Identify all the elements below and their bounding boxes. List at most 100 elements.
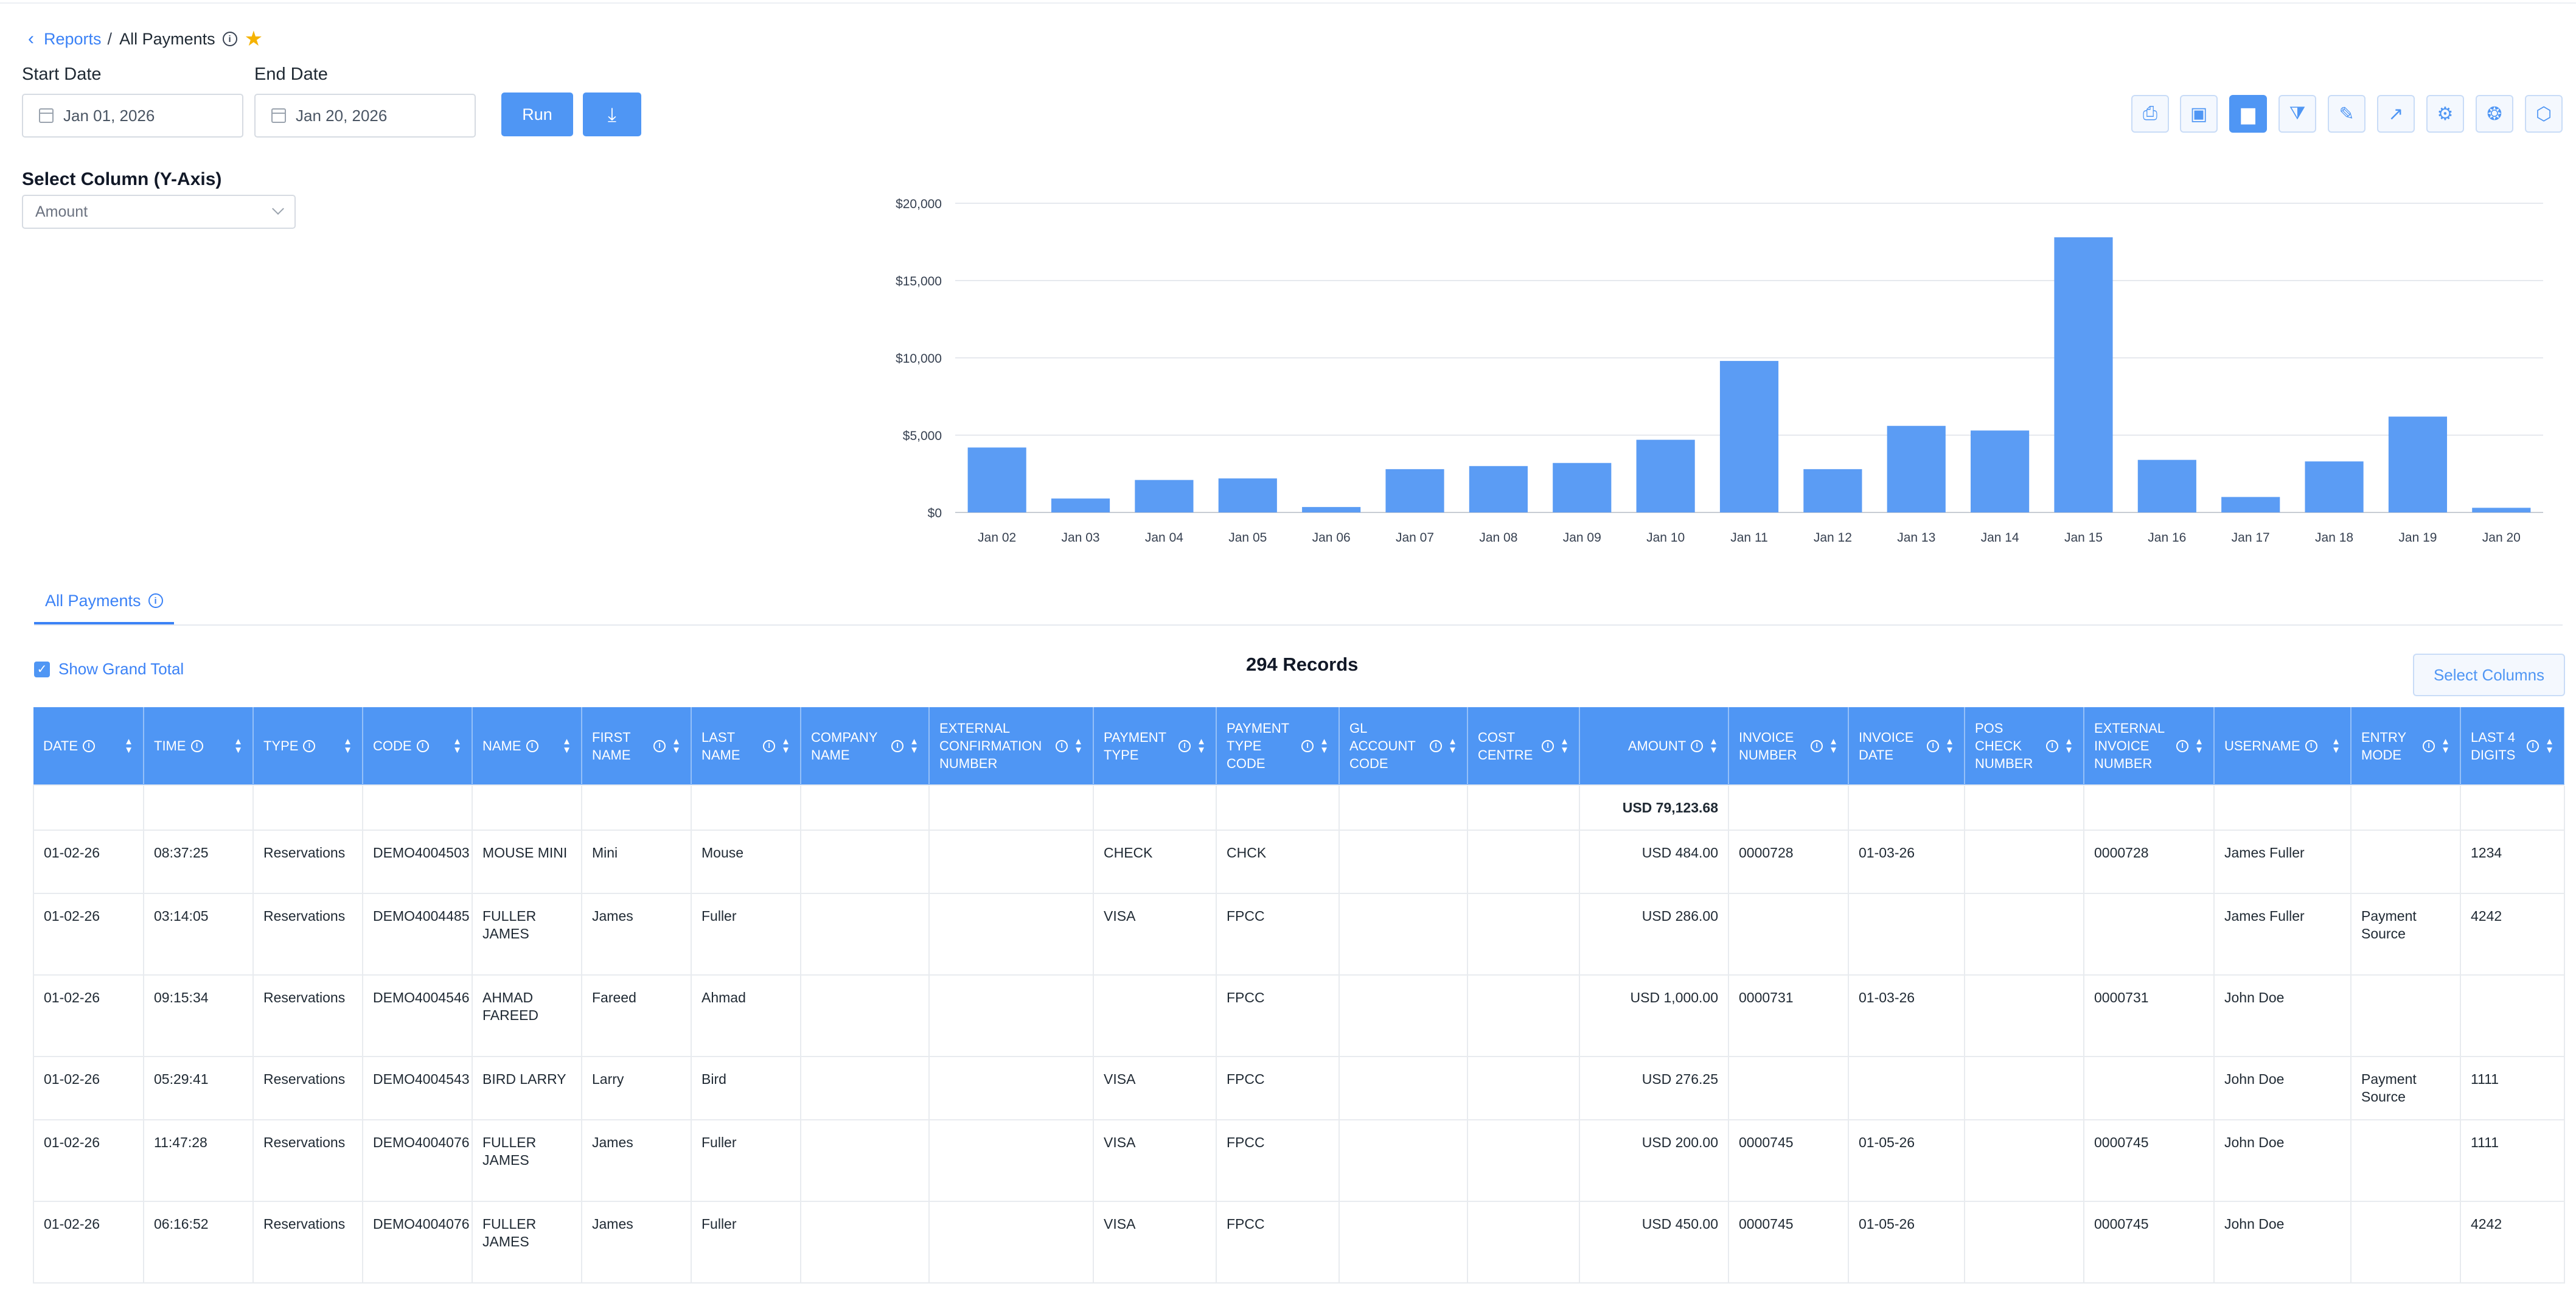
info-icon[interactable]: i [2176, 739, 2189, 752]
cell-company-name [800, 784, 930, 831]
cell-code [362, 784, 473, 831]
grand-total-toggle[interactable]: ✓ Show Grand Total [34, 660, 184, 679]
info-icon[interactable]: i [1927, 739, 1940, 752]
info-icon[interactable]: i [1430, 739, 1443, 752]
column-header-username[interactable]: USERNAME i ▲ ▼ [2214, 707, 2351, 785]
column-header-label: CODE i [373, 737, 429, 755]
sort-icon[interactable]: ▲ ▼ [124, 737, 133, 755]
select-columns-button[interactable]: Select Columns [2413, 654, 2565, 696]
sort-icon[interactable]: ▲ ▼ [910, 737, 919, 755]
cell-payment-type: VISA [1093, 1201, 1217, 1284]
sort-icon[interactable]: ▲ ▼ [781, 737, 790, 755]
sort-icon[interactable]: ▲ ▼ [2545, 737, 2554, 755]
info-icon[interactable]: i [2305, 739, 2317, 752]
column-header-last-4-digits[interactable]: LAST 4 DIGITS i ▲ ▼ [2460, 707, 2565, 785]
info-icon[interactable]: i [891, 739, 904, 752]
column-header-pos-check-number[interactable]: POS CHECK NUMBER i ▲ ▼ [1965, 707, 2084, 785]
info-icon[interactable]: i [2527, 739, 2539, 752]
sort-icon[interactable]: ▲ ▼ [1945, 737, 1954, 755]
info-icon[interactable]: i [222, 32, 237, 46]
column-header-first-name[interactable]: FIRST NAME i ▲ ▼ [582, 707, 692, 785]
favorite-star-icon[interactable]: ★ [245, 29, 263, 49]
print-button[interactable]: ⎙ [2131, 95, 2169, 133]
export-button[interactable]: ↗ [2377, 95, 2415, 133]
info-icon[interactable]: i [1178, 739, 1191, 752]
settings-button[interactable]: ⚙ [2426, 95, 2464, 133]
column-header-invoice-date[interactable]: INVOICE DATE i ▲ ▼ [1848, 707, 1965, 785]
column-header-type[interactable]: TYPE i ▲ ▼ [253, 707, 363, 785]
column-header-entry-mode[interactable]: ENTRY MODE i ▲ ▼ [2351, 707, 2461, 785]
sort-icon[interactable]: ▲ ▼ [1829, 737, 1838, 755]
sort-icon[interactable]: ▲ ▼ [1197, 737, 1206, 755]
info-icon[interactable]: i [1056, 739, 1068, 752]
chevron-left-icon[interactable]: ‹ [28, 29, 34, 49]
info-icon[interactable]: i [1542, 739, 1554, 752]
info-icon[interactable]: i [1691, 739, 1704, 752]
sort-icon[interactable]: ▲ ▼ [672, 737, 681, 755]
column-header-payment-type[interactable]: PAYMENT TYPE i ▲ ▼ [1093, 707, 1217, 785]
sort-icon[interactable]: ▲ ▼ [2441, 737, 2450, 755]
save-button[interactable]: ▣ [2180, 95, 2218, 133]
sort-icon[interactable]: ▲ ▼ [562, 737, 571, 755]
layers-icon: ⬡ [2535, 103, 2552, 124]
column-header-company-name[interactable]: COMPANY NAME i ▲ ▼ [801, 707, 930, 785]
column-header-gl-account-code[interactable]: GL ACCOUNT CODE i ▲ ▼ [1339, 707, 1468, 785]
cell-date: 01-02-26 [33, 1056, 144, 1120]
cell-date: 01-02-26 [33, 893, 144, 976]
info-icon[interactable]: i [1811, 739, 1823, 752]
tab-all-payments[interactable]: All Payments i [34, 579, 174, 624]
cell-pos-check-number [1964, 1201, 2084, 1284]
layers-button[interactable]: ⬡ [2525, 95, 2563, 133]
info-icon[interactable]: i [526, 739, 538, 752]
sort-icon[interactable]: ▲ ▼ [2331, 737, 2341, 755]
info-icon[interactable]: i [416, 739, 429, 752]
cell-gl-account-code [1338, 830, 1468, 894]
breadcrumb-reports-link[interactable]: Reports [44, 30, 102, 49]
end-date-input[interactable]: Jan 20, 2026 [254, 94, 476, 138]
column-header-text: AMOUNT [1627, 738, 1687, 753]
y-axis-select[interactable]: Amount [22, 195, 296, 229]
info-icon[interactable]: i [653, 739, 666, 752]
cell-entry-mode [2350, 784, 2461, 831]
column-header-external-confirmation-number[interactable]: EXTERNAL CONFIRMATION NUMBER i ▲ ▼ [929, 707, 1094, 785]
sort-icon[interactable]: ▲ ▼ [453, 737, 462, 755]
info-icon[interactable]: i [763, 739, 776, 752]
column-header-date[interactable]: DATE i ▲ ▼ [33, 707, 144, 785]
info-icon[interactable]: i [2423, 739, 2435, 752]
column-header-amount[interactable]: AMOUNT i ▲ ▼ [1579, 707, 1729, 785]
sort-icon[interactable]: ▲ ▼ [1709, 737, 1718, 755]
sort-icon[interactable]: ▲ ▼ [1320, 737, 1329, 755]
column-header-label: EXTERNAL CONFIRMATION NUMBER i [939, 719, 1068, 772]
info-icon[interactable]: i [83, 739, 96, 752]
info-icon[interactable]: i [2046, 739, 2059, 752]
sort-icon[interactable]: ▲ ▼ [1074, 737, 1083, 755]
sort-icon[interactable]: ▲ ▼ [2195, 737, 2204, 755]
column-header-external-invoice-number[interactable]: EXTERNAL INVOICE NUMBER i ▲ ▼ [2084, 707, 2215, 785]
column-header-code[interactable]: CODE i ▲ ▼ [363, 707, 473, 785]
info-icon[interactable]: i [190, 739, 203, 752]
column-header-payment-type-code[interactable]: PAYMENT TYPE CODE i ▲ ▼ [1216, 707, 1340, 785]
sort-icon[interactable]: ▲ ▼ [2064, 737, 2073, 755]
download-button[interactable]: ⤓ [583, 93, 641, 136]
sort-icon[interactable]: ▲ ▼ [1560, 737, 1569, 755]
column-header-last-name[interactable]: LAST NAME i ▲ ▼ [691, 707, 801, 785]
column-header-name[interactable]: NAME i ▲ ▼ [472, 707, 582, 785]
sort-icon[interactable]: ▲ ▼ [1448, 737, 1457, 755]
chart-toggle-button[interactable]: ▆ [2229, 95, 2267, 133]
scheduler-button[interactable]: ❂ [2476, 95, 2513, 133]
column-header-invoice-number[interactable]: INVOICE NUMBER i ▲ ▼ [1728, 707, 1849, 785]
edit-button[interactable]: ✎ [2328, 95, 2365, 133]
info-icon[interactable]: i [1301, 739, 1314, 752]
sort-icon[interactable]: ▲ ▼ [343, 737, 352, 755]
column-header-time[interactable]: TIME i ▲ ▼ [144, 707, 254, 785]
cell-type: Reservations [252, 893, 363, 976]
info-icon[interactable]: i [303, 739, 316, 752]
check-icon[interactable]: ✓ [34, 661, 50, 677]
column-header-content: POS CHECK NUMBER i ▲ ▼ [1975, 719, 2073, 772]
filter-button[interactable]: ⧩ [2278, 95, 2316, 133]
start-date-input[interactable]: Jan 01, 2026 [22, 94, 243, 138]
run-button[interactable]: Run [501, 93, 573, 136]
info-icon[interactable]: i [148, 593, 163, 608]
column-header-cost-centre[interactable]: COST CENTRE i ▲ ▼ [1467, 707, 1580, 785]
sort-icon[interactable]: ▲ ▼ [234, 737, 243, 755]
